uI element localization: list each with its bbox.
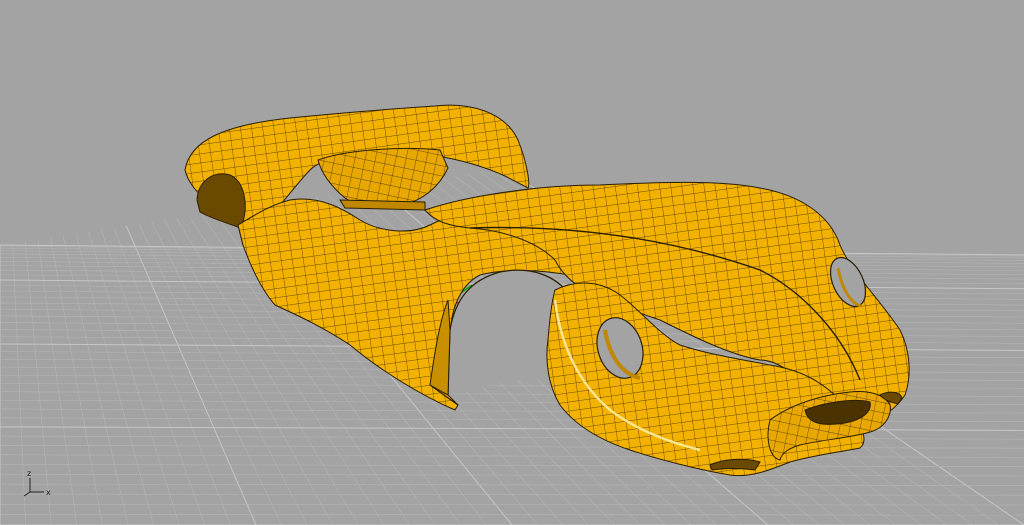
3d-viewport[interactable]: z x: [0, 0, 1024, 525]
widget-z-label: z: [27, 469, 31, 478]
grid-line: [75, 233, 154, 525]
viewport-canvas[interactable]: z x: [0, 0, 1024, 525]
grid-line: [0, 483, 1024, 486]
axes-widget: z x: [23, 469, 51, 497]
grid-line: [0, 503, 1024, 506]
widget-x-label: x: [46, 488, 51, 497]
grid-line: [37, 239, 78, 525]
grid-line: [24, 241, 52, 525]
car-body-model[interactable]: [180, 100, 915, 480]
